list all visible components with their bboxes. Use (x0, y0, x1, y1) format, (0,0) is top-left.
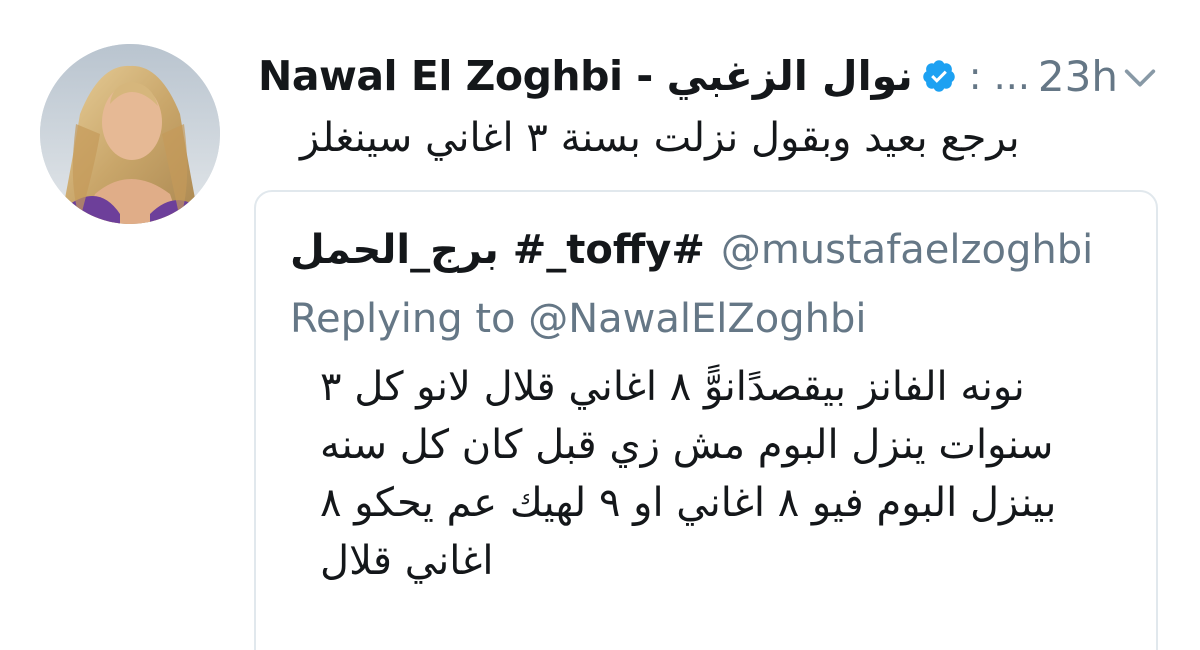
quoted-tweet-author: #toffy_# برج_الحمل @mustafaelzoghbi (290, 222, 1130, 278)
tweet-card: Nawal El Zoghbi - نوال الزغبي : ... 23h … (0, 0, 1200, 650)
tweet-header: Nawal El Zoghbi - نوال الزغبي : ... 23h (258, 50, 1158, 102)
avatar-image (40, 44, 220, 224)
display-name[interactable]: Nawal El Zoghbi - نوال الزغبي (258, 52, 913, 100)
quoted-tweet[interactable]: #toffy_# برج_الحمل @mustafaelzoghbi Repl… (254, 190, 1158, 650)
quoted-display-name[interactable]: #toffy_# برج_الحمل (290, 227, 705, 273)
quoted-handle[interactable]: @mustafaelzoghbi (721, 227, 1093, 273)
tweet-text: برجع بعيد وبقول نزلت بسنة ٣ اغاني سينغلز (300, 115, 1020, 161)
quoted-tweet-text: نونه الفانز بيقصدًانوًّ ٨ اغاني قلال لان… (320, 364, 1057, 584)
replying-to: Replying to @NawalElZoghbi (290, 296, 867, 342)
verified-badge-icon (923, 60, 955, 92)
tweet-timestamp[interactable]: 23h (1038, 52, 1118, 101)
avatar[interactable] (40, 44, 220, 224)
more-indicator: : ... (968, 54, 1030, 98)
chevron-down-icon[interactable] (1120, 58, 1160, 98)
